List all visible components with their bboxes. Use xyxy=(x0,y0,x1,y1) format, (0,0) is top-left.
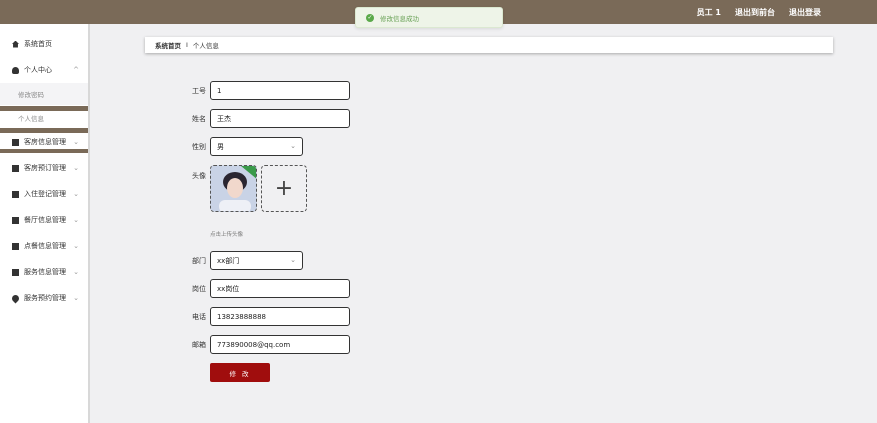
sidebar-item-label: 系统首页 xyxy=(24,40,52,48)
user-label: 员工 1 xyxy=(696,8,721,17)
name-value: 王杰 xyxy=(217,114,231,123)
check-circle-icon: ✓ xyxy=(366,13,374,22)
chevron-down-icon: ⌄ xyxy=(290,142,296,150)
chevron-down-icon: ⌄ xyxy=(73,294,79,302)
sidebar-item-personal-info[interactable]: 个人信息 xyxy=(0,107,88,129)
chevron-up-icon: ^ xyxy=(73,66,79,74)
sidebar-item-service-info[interactable]: 服务信息管理 ⌄ xyxy=(0,259,88,285)
chevron-down-icon: ⌄ xyxy=(73,268,79,276)
gender-label: 性别 xyxy=(192,143,206,151)
upload-avatar-button[interactable]: + xyxy=(261,165,307,212)
breadcrumb-current: 个人信息 xyxy=(192,42,219,50)
apps-icon xyxy=(12,268,19,276)
phone-field[interactable]: 13823888888 xyxy=(210,307,350,326)
sidebar-item-change-password[interactable]: 修改密码 xyxy=(0,83,88,105)
gender-select[interactable]: 男 ⌄ xyxy=(210,137,303,156)
sidebar-item-label: 个人信息 xyxy=(18,115,44,123)
name-label: 姓名 xyxy=(192,115,206,123)
sidebar-item-label: 服务预约管理 xyxy=(24,294,66,302)
sidebar-item-label: 个人中心 xyxy=(24,66,52,74)
goto-frontend-link[interactable]: 退出到前台 xyxy=(735,7,775,18)
position-label: 岗位 xyxy=(192,285,206,293)
success-toast: ✓ 修改信息成功 xyxy=(355,7,503,28)
employee-no-label: 工号 xyxy=(192,87,206,95)
header-links: 员工 1 退出到前台 退出登录 xyxy=(697,7,821,18)
sidebar-item-label: 修改密码 xyxy=(18,91,44,99)
sidebar-item-service-booking[interactable]: 服务预约管理 ⌄ xyxy=(0,285,88,311)
dept-select[interactable]: xx部门 ⌄ xyxy=(210,251,303,270)
avatar-label: 头像 xyxy=(192,172,206,180)
chevron-down-icon: ⌄ xyxy=(73,242,79,250)
breadcrumb: 系统首页 I 个人信息 xyxy=(145,37,833,53)
sidebar-item-ordering[interactable]: 点餐信息管理 ⌄ xyxy=(0,233,88,259)
grid-icon xyxy=(12,190,19,198)
chevron-down-icon: ⌄ xyxy=(73,164,79,172)
gender-value: 男 xyxy=(217,142,224,151)
sidebar-item-label: 客房预订管理 xyxy=(24,164,66,172)
sidebar-item-home[interactable]: 系统首页 xyxy=(0,31,88,57)
menu-divider xyxy=(0,149,88,153)
email-field[interactable]: 773890008@qq.com xyxy=(210,335,350,354)
position-field[interactable]: xx岗位 xyxy=(210,279,350,298)
home-icon xyxy=(12,40,19,48)
position-value: xx岗位 xyxy=(217,284,240,293)
email-label: 邮箱 xyxy=(192,341,206,349)
sidebar-item-checkin[interactable]: 入住登记管理 ⌄ xyxy=(0,181,88,207)
upload-hint: 点击上传头像 xyxy=(210,232,244,238)
employee-no-field[interactable]: 1 xyxy=(210,81,350,100)
email-value: 773890008@qq.com xyxy=(217,340,291,349)
sidebar-item-restaurant[interactable]: 餐厅信息管理 ⌄ xyxy=(0,207,88,233)
dept-label: 部门 xyxy=(192,257,206,265)
sidebar: 系统首页 个人中心 ^ 修改密码 个人信息 客房信息管理 ⌄ 客房预订管理 ⌄ … xyxy=(0,24,90,423)
briefcase-icon xyxy=(12,138,19,146)
avatar-image[interactable] xyxy=(210,165,257,212)
chevron-down-icon: ⌄ xyxy=(73,138,79,146)
breadcrumb-separator: I xyxy=(186,41,188,49)
sidebar-item-label: 入住登记管理 xyxy=(24,190,66,198)
sidebar-item-personal-center[interactable]: 个人中心 ^ xyxy=(0,57,88,83)
chevron-down-icon: ⌄ xyxy=(73,190,79,198)
dept-value: xx部门 xyxy=(217,256,240,265)
breadcrumb-home[interactable]: 系统首页 xyxy=(155,40,181,50)
phone-value: 13823888888 xyxy=(217,312,266,321)
book-icon xyxy=(12,164,19,172)
employee-no-value: 1 xyxy=(217,86,222,95)
plus-icon: + xyxy=(274,176,294,201)
location-pin-icon xyxy=(10,293,21,303)
chevron-down-icon: ⌄ xyxy=(73,216,79,224)
sidebar-item-label: 点餐信息管理 xyxy=(24,242,66,250)
phone-label: 电话 xyxy=(192,313,206,321)
toast-message: 修改信息成功 xyxy=(380,14,419,23)
user-icon xyxy=(12,66,19,74)
sidebar-item-room-booking[interactable]: 客房预订管理 ⌄ xyxy=(0,155,88,181)
logout-link[interactable]: 退出登录 xyxy=(789,7,821,18)
sidebar-item-label: 餐厅信息管理 xyxy=(24,216,66,224)
grid-icon xyxy=(12,216,19,224)
chevron-down-icon: ⌄ xyxy=(290,256,296,264)
grid-icon xyxy=(12,242,19,250)
sidebar-item-label: 客房信息管理 xyxy=(24,138,66,146)
sidebar-item-label: 服务信息管理 xyxy=(24,268,66,276)
name-field[interactable]: 王杰 xyxy=(210,109,350,128)
submit-button[interactable]: 修 改 xyxy=(210,363,270,382)
